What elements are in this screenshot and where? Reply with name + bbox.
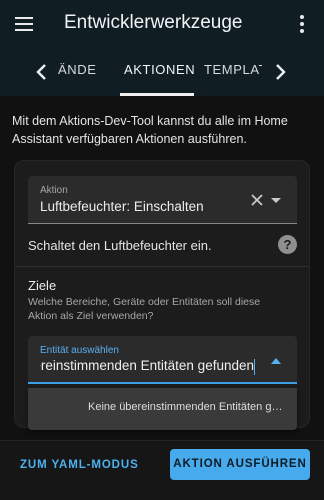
divider (15, 266, 309, 267)
run-action-button[interactable]: AKTION AUSFÜHREN (170, 449, 310, 480)
clear-icon[interactable] (250, 193, 264, 207)
chevron-left-icon[interactable] (30, 60, 54, 84)
dropdown-arrow-icon[interactable] (270, 195, 282, 205)
suggestion-list: Keine übereinstimmenden Entitäten gefund… (28, 388, 297, 430)
targets-heading: Ziele (28, 278, 57, 293)
page-title: Entwicklerwerkzeuge (64, 12, 243, 33)
footer-bar: ZUM YAML-MODUS AKTION AUSFÜHREN (0, 440, 324, 500)
entity-search-input[interactable]: übereinstimmenden Entitäten gefunden (40, 358, 254, 373)
action-select-field[interactable]: Aktion Luftbefeuchter: Einschalten (28, 176, 297, 224)
tab-aktionen[interactable]: AKTIONEN (124, 62, 195, 77)
action-field-value: Luftbefeuchter: Einschalten (40, 199, 204, 214)
tab-zustaende[interactable]: ÄNDE (58, 62, 97, 77)
help-icon[interactable]: ? (278, 235, 297, 254)
dropdown-up-arrow-icon[interactable] (270, 357, 282, 365)
tab-templates[interactable]: TEMPLAT (204, 62, 262, 77)
chevron-right-icon[interactable] (268, 60, 292, 84)
action-field-label: Aktion (40, 185, 68, 196)
title-row: Entwicklerwerkzeuge (0, 0, 324, 48)
action-description: Schaltet den Luftbefeuchter ein. (28, 238, 212, 253)
active-tab-indicator (120, 93, 194, 96)
tab-bar: ÄNDE AKTIONEN TEMPLAT (0, 48, 324, 96)
hamburger-menu-icon[interactable] (12, 13, 36, 35)
text-cursor (254, 359, 255, 375)
entity-search-field[interactable]: Entität auswählen übereinstimmenden Enti… (28, 336, 297, 384)
intro-text: Mit dem Aktions-Dev-Tool kannst du alle … (12, 114, 288, 146)
entity-input-clip: übereinstimmenden Entitäten gefunden (40, 336, 254, 382)
tabs-scroller: ÄNDE AKTIONEN TEMPLAT (58, 48, 262, 96)
suggestion-item[interactable]: Keine übereinstimmenden Entitäten gefund… (28, 401, 297, 413)
app-header: Entwicklerwerkzeuge ÄNDE AKTIONEN TEMPLA… (0, 0, 324, 96)
kebab-menu-icon[interactable] (294, 13, 310, 35)
yaml-mode-button[interactable]: ZUM YAML-MODUS (20, 459, 139, 471)
targets-description: Welche Bereiche, Geräte oder Entitäten s… (28, 296, 261, 322)
